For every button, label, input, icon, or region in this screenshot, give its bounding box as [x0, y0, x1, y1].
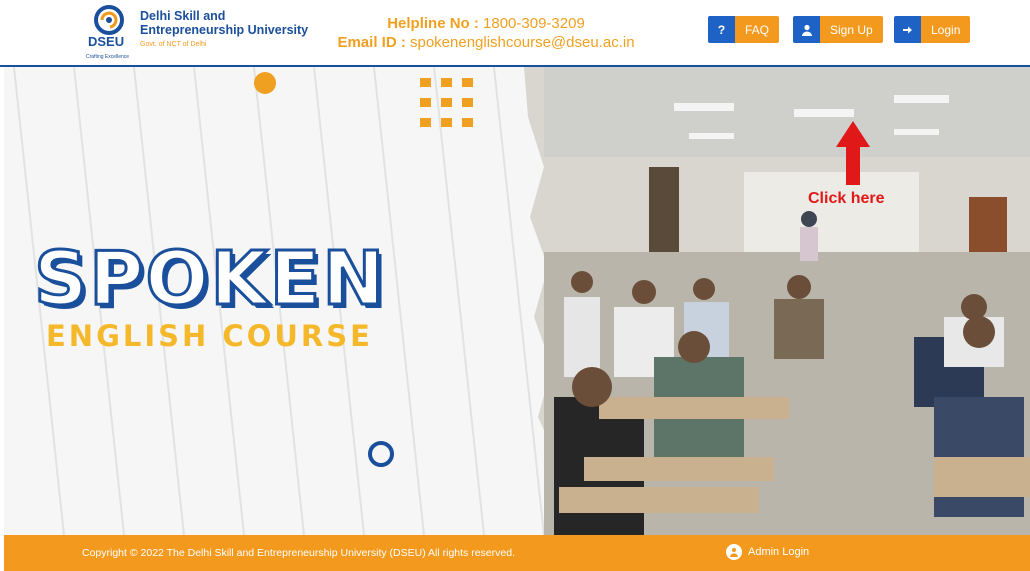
contact-info: Helpline No : 1800-309-3209 Email ID : s… — [318, 14, 654, 52]
page: DSEU Crafting Excellence Delhi Skill and… — [0, 0, 1030, 571]
admin-login-label: Admin Login — [748, 546, 810, 558]
faq-button[interactable]: ? FAQ — [708, 16, 780, 43]
logo-tagline: Crafting Excellence — [86, 54, 129, 60]
email-row: Email ID : spokenenglishcourse@dseu.ac.i… — [318, 33, 654, 52]
university-name-line2: Entrepreneurship University — [140, 23, 309, 37]
helpline-row: Helpline No : 1800-309-3209 — [318, 14, 654, 33]
email-value[interactable]: spokenenglishcourse@dseu.ac.in — [410, 34, 635, 51]
login-button[interactable]: Login — [894, 16, 971, 43]
sign-up-button[interactable]: Sign Up — [793, 16, 883, 43]
university-sub: Govt. of NCT of Delhi — [140, 41, 207, 48]
sign-up-label: Sign Up — [820, 16, 883, 43]
banner-subtitle: ENGLISH COURSE — [46, 319, 373, 353]
site-header: DSEU Crafting Excellence Delhi Skill and… — [0, 0, 1030, 66]
banner-title: SPOKEN — [32, 236, 387, 322]
helpline-label: Helpline No : — [387, 15, 479, 32]
up-arrow-icon — [836, 121, 870, 185]
faq-label: FAQ — [735, 16, 780, 43]
copyright-text: Copyright © 2022 The Delhi Skill and Ent… — [82, 547, 515, 559]
dseu-logo[interactable]: DSEU Crafting Excellence — [82, 4, 138, 62]
login-icon — [894, 16, 921, 43]
university-name-line1: Delhi Skill and — [140, 9, 226, 23]
hero-banner: SPOKEN ENGLISH COURSE Click here — [4, 67, 1030, 535]
classroom-photo — [524, 67, 1030, 535]
login-label: Login — [921, 16, 971, 43]
decorative-ring — [368, 441, 394, 467]
email-label: Email ID : — [337, 34, 406, 51]
decorative-dot — [254, 72, 276, 94]
user-icon — [793, 16, 820, 43]
site-footer: Copyright © 2022 The Delhi Skill and Ent… — [4, 535, 1030, 571]
university-name: Delhi Skill and Entrepreneurship Univers… — [140, 9, 308, 37]
logo-abbr: DSEU — [88, 34, 124, 49]
decorative-dot-grid — [420, 78, 474, 128]
user-circle-icon — [726, 544, 742, 560]
question-icon: ? — [708, 16, 735, 43]
admin-login-link[interactable]: Admin Login — [726, 544, 809, 560]
helpline-value: 1800-309-3209 — [483, 15, 585, 32]
click-here-annotation: Click here — [808, 190, 885, 207]
